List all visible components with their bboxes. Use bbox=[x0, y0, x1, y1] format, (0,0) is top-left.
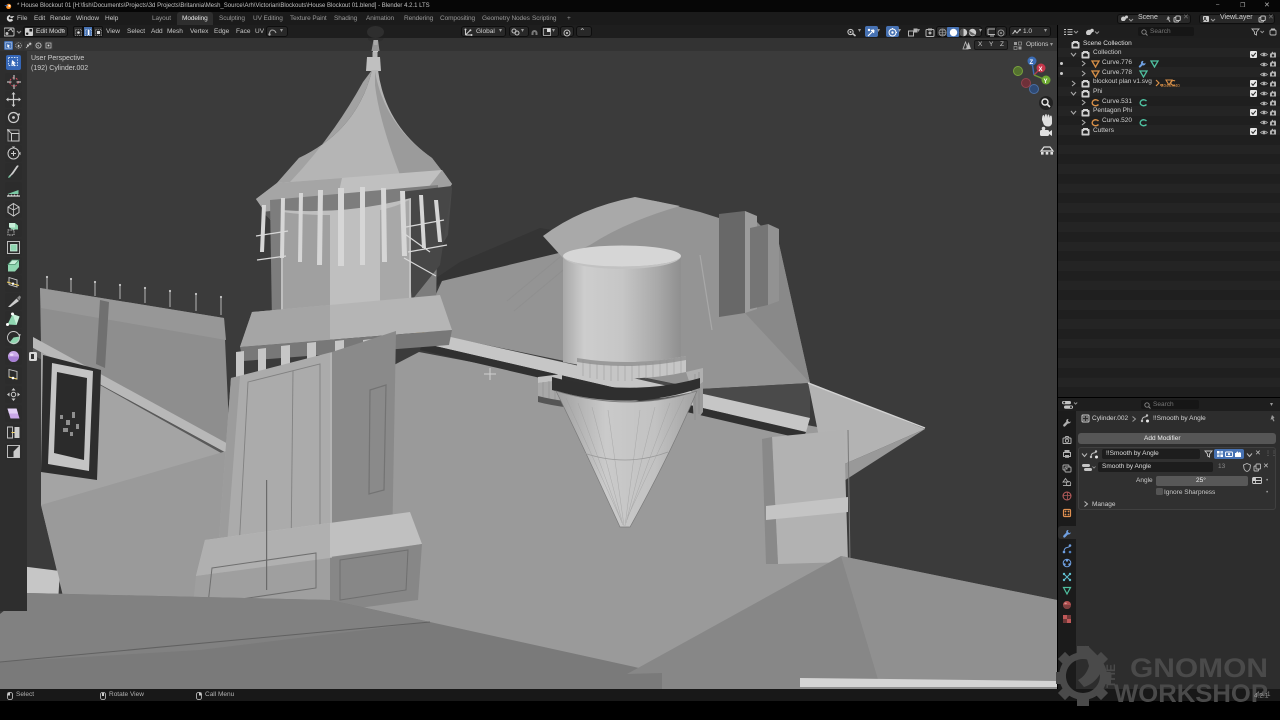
svg-text:X: X bbox=[1039, 67, 1043, 73]
svg-text:(192) Cylinder.002: (192) Cylinder.002 bbox=[31, 65, 88, 72]
svg-text:4.2.1: 4.2.1 bbox=[1254, 693, 1269, 700]
svg-text:WORKSHOP: WORKSHOP bbox=[1114, 680, 1268, 708]
svg-text:GNOMON: GNOMON bbox=[1130, 653, 1268, 683]
svg-text:Z: Z bbox=[1030, 60, 1034, 66]
svg-text:Y: Y bbox=[1044, 79, 1048, 85]
svg-text:User Perspective: User Perspective bbox=[31, 55, 84, 62]
